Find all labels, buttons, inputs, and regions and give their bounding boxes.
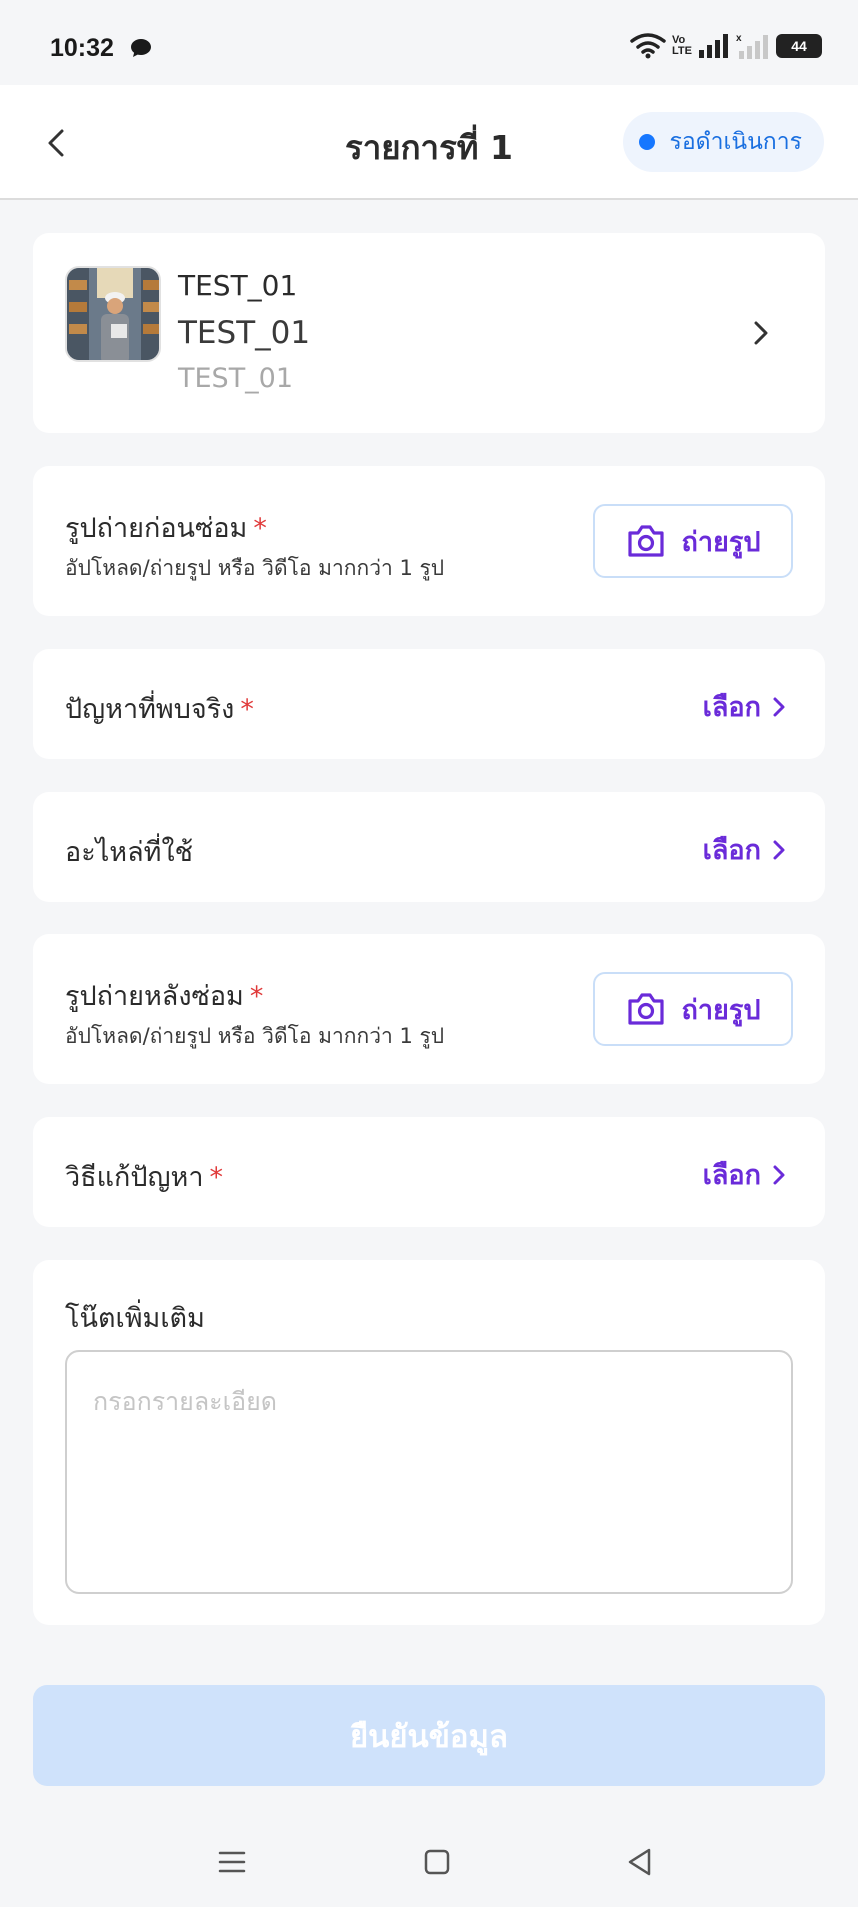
back-triangle-icon[interactable]: [620, 1842, 660, 1882]
chevron-right-icon: [754, 321, 768, 345]
before-photo-title: รูปถ่ายก่อนซ่อม *: [65, 506, 267, 549]
before-photo-title-text: รูปถ่ายก่อนซ่อม: [65, 513, 248, 544]
parts-used-row[interactable]: อะไหล่ที่ใช้ เลือก: [33, 792, 825, 902]
product-image: [65, 266, 161, 362]
menu-icon[interactable]: [212, 1842, 252, 1882]
chevron-right-icon: [773, 697, 785, 716]
confirm-button-label: ยืนยันข้อมูล: [350, 1718, 508, 1755]
before-photo-hint: อัปโหลด/ถ่ายรูป หรือ วิดีโอ มากกว่า 1 รู…: [65, 556, 445, 580]
status-badge: รอดำเนินการ: [623, 112, 824, 172]
after-take-photo-label: ถ่ายรูป: [681, 994, 761, 1026]
battery-level: 44: [791, 38, 807, 54]
status-time: 10:32: [50, 34, 114, 62]
notes-title: โน๊ตเพิ่มเติม: [65, 1303, 205, 1334]
solution-title-text: วิธีแก้ปัญหา: [65, 1162, 204, 1193]
notes-card: โน๊ตเพิ่มเติม: [33, 1260, 825, 1625]
home-square-icon[interactable]: [417, 1842, 457, 1882]
problem-found-title-text: ปัญหาที่พบจริง: [65, 694, 235, 725]
problem-select-label: เลือก: [702, 692, 761, 723]
chat-bubble-icon: [131, 39, 151, 57]
solution-title: วิธีแก้ปัญหา *: [65, 1155, 223, 1198]
product-code: TEST_01: [178, 269, 298, 302]
battery-icon: 44: [776, 34, 822, 58]
status-bar: 10:32 Vo LTE x 44: [0, 0, 858, 85]
chevron-right-icon: [773, 840, 785, 859]
solution-select-label: เลือก: [702, 1160, 761, 1191]
solution-select-button[interactable]: เลือก: [703, 1153, 787, 1196]
volte-indicator: Vo LTE: [672, 35, 692, 57]
after-photo-title-text: รูปถ่ายหลังซ่อม: [65, 981, 244, 1012]
product-name: TEST_01: [178, 315, 311, 351]
problem-found-title: ปัญหาที่พบจริง *: [65, 687, 254, 730]
problem-select-button[interactable]: เลือก: [703, 685, 787, 728]
required-mark: *: [209, 1162, 224, 1193]
required-mark: *: [253, 513, 267, 544]
chevron-right-icon: [773, 1165, 785, 1184]
signal-no-service-icon: x: [736, 33, 768, 59]
svg-text:x: x: [736, 33, 742, 44]
status-badge-label: รอดำเนินการ: [669, 129, 802, 155]
parts-select-label: เลือก: [702, 835, 761, 866]
before-repair-photo-card: รูปถ่ายก่อนซ่อม * อัปโหลด/ถ่ายรูป หรือ วิ…: [33, 466, 825, 616]
signal-icon: [699, 34, 728, 58]
required-mark: *: [240, 694, 254, 725]
problem-found-row[interactable]: ปัญหาที่พบจริง * เลือก: [33, 649, 825, 759]
header: รายการที่ 1 รอดำเนินการ: [0, 85, 858, 200]
after-photo-title: รูปถ่ายหลังซ่อม *: [65, 974, 263, 1017]
parts-used-title: อะไหล่ที่ใช้: [65, 837, 193, 868]
solution-row[interactable]: วิธีแก้ปัญหา * เลือก: [33, 1117, 825, 1227]
required-mark: *: [249, 981, 264, 1012]
before-take-photo-button[interactable]: ถ่ายรูป: [593, 504, 793, 578]
after-take-photo-button[interactable]: ถ่ายรูป: [593, 972, 793, 1046]
wifi-icon: [630, 33, 666, 59]
after-photo-hint: อัปโหลด/ถ่ายรูป หรือ วิดีโอ มากกว่า 1 รู…: [65, 1024, 445, 1048]
status-dot-icon: [639, 134, 656, 150]
camera-icon: [627, 525, 664, 557]
confirm-button[interactable]: ยืนยันข้อมูล: [33, 1685, 825, 1786]
notes-textarea[interactable]: [65, 1350, 793, 1594]
parts-select-button[interactable]: เลือก: [703, 828, 787, 871]
product-card[interactable]: TEST_01 TEST_01 TEST_01: [33, 233, 825, 433]
volte-bottom: LTE: [672, 45, 692, 57]
camera-icon: [627, 993, 664, 1025]
system-navigation-bar: [0, 1820, 858, 1907]
before-take-photo-label: ถ่ายรูป: [681, 526, 761, 558]
product-subtitle: TEST_01: [178, 363, 294, 394]
after-repair-photo-card: รูปถ่ายหลังซ่อม * อัปโหลด/ถ่ายรูป หรือ วิ…: [33, 934, 825, 1084]
status-icons: Vo LTE x 44: [630, 32, 822, 60]
